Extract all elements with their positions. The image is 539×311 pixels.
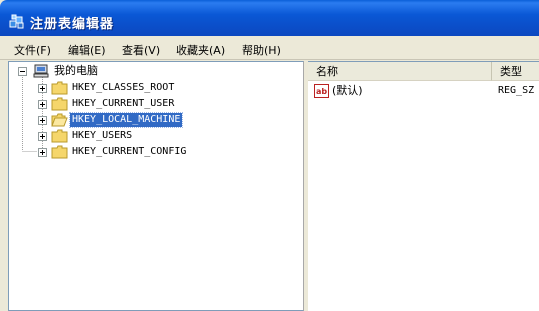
tree-item-label: HKEY_CURRENT_USER [72, 98, 175, 109]
tree-item-hkcu[interactable]: HKEY_CURRENT_USER [9, 96, 269, 112]
column-header-type[interactable]: 类型 [492, 62, 539, 81]
registry-editor-window: 注册表编辑器 文件(F) 编辑(E) 查看(V) 收藏夹(A) 帮助(H) 我的… [0, 0, 539, 311]
tree-item-hkcc[interactable]: HKEY_CURRENT_CONFIG [9, 144, 269, 160]
tree-item-hklm[interactable]: HKEY_LOCAL_MACHINE [9, 112, 269, 128]
list-item[interactable]: ab (默认) REG_SZ [308, 83, 539, 99]
menu-view[interactable]: 查看(V) [122, 42, 160, 57]
tree-item-label: HKEY_CLASSES_ROOT [72, 82, 175, 93]
tree-root-label: 我的电脑 [54, 64, 98, 77]
expand-icon[interactable] [38, 116, 47, 125]
expand-icon[interactable] [38, 84, 47, 93]
window-title: 注册表编辑器 [30, 17, 115, 32]
value-type: REG_SZ [498, 85, 535, 96]
tree-item-label: HKEY_USERS [72, 130, 133, 141]
collapse-icon[interactable] [18, 67, 27, 76]
menu-edit[interactable]: 编辑(E) [68, 42, 106, 57]
value-name: (默认) [332, 84, 363, 97]
svg-text:ab: ab [316, 87, 327, 96]
column-header-name[interactable]: 名称 [308, 62, 492, 81]
folder-icon [51, 81, 68, 95]
folder-icon [51, 97, 68, 111]
folder-icon [51, 145, 68, 159]
menu-bar: 文件(F) 编辑(E) 查看(V) 收藏夹(A) 帮助(H) [0, 38, 539, 60]
registry-editor-icon [9, 14, 24, 29]
expand-icon[interactable] [38, 148, 47, 157]
menu-favorites[interactable]: 收藏夹(A) [176, 42, 225, 57]
key-tree-pane[interactable]: 我的电脑 HKEY_CLASSES_ROOT HKEY_CURRENT_USER… [8, 61, 304, 311]
values-list-pane[interactable]: 名称 类型 ab (默认) REG_SZ [308, 61, 539, 311]
title-bar[interactable]: 注册表编辑器 [0, 0, 539, 36]
expand-icon[interactable] [38, 100, 47, 109]
tree-item-hku[interactable]: HKEY_USERS [9, 128, 269, 144]
computer-icon [33, 64, 49, 78]
menu-file[interactable]: 文件(F) [14, 42, 51, 57]
tree-root[interactable]: 我的电脑 [9, 64, 209, 80]
tree-item-hkcr[interactable]: HKEY_CLASSES_ROOT [9, 80, 269, 96]
menu-help[interactable]: 帮助(H) [242, 42, 281, 57]
folder-icon [51, 129, 68, 143]
expand-icon[interactable] [38, 132, 47, 141]
string-value-icon: ab [314, 84, 329, 98]
tree-item-label: HKEY_CURRENT_CONFIG [72, 146, 187, 157]
tree-item-label-selected: HKEY_LOCAL_MACHINE [68, 112, 184, 128]
open-folder-icon [51, 113, 68, 127]
